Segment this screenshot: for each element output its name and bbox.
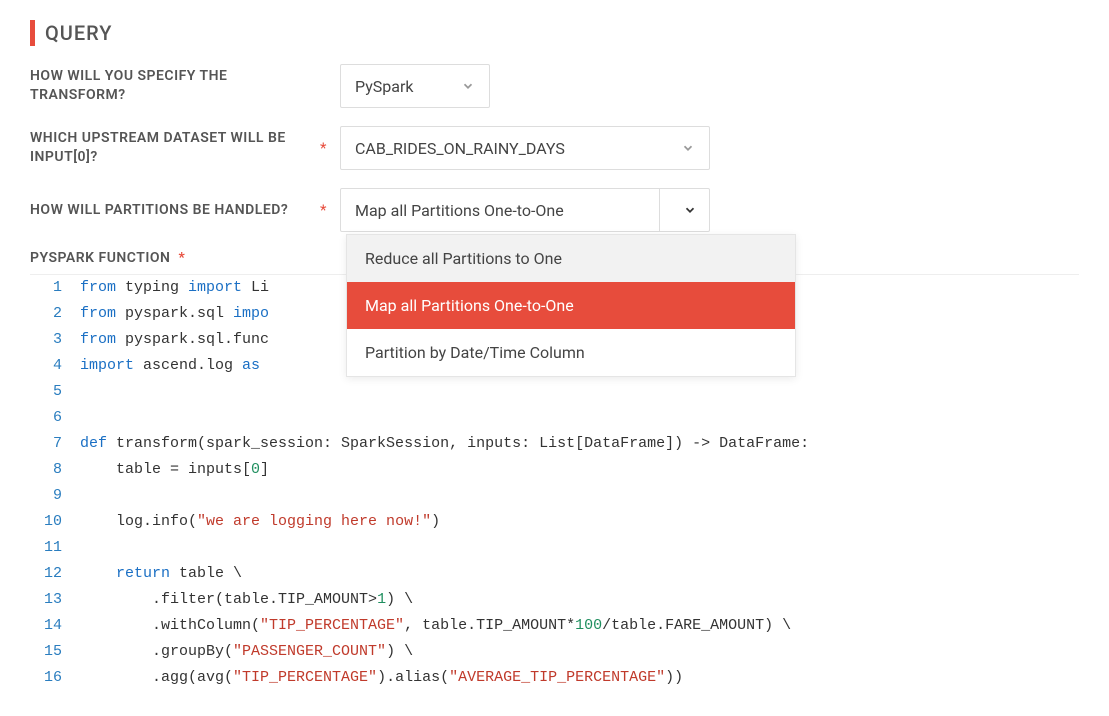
section-title-text: QUERY xyxy=(45,21,113,45)
select-upstream-input-value: CAB_RIDES_ON_RAINY_DAYS xyxy=(355,139,671,158)
required-asterisk: * xyxy=(320,201,330,219)
line-number: 10 xyxy=(30,509,62,535)
dropdown-option-map-one-to-one[interactable]: Map all Partitions One-to-One xyxy=(347,282,795,329)
line-number: 6 xyxy=(30,405,62,431)
code-line[interactable]: .withColumn("TIP_PERCENTAGE", table.TIP_… xyxy=(80,613,1079,639)
line-number: 1 xyxy=(30,275,62,301)
row-transform-spec: HOW WILL YOU SPECIFY THE TRANSFORM? PySp… xyxy=(30,64,1079,108)
section-accent-bar xyxy=(30,20,35,46)
line-number: 9 xyxy=(30,483,62,509)
code-line[interactable] xyxy=(80,535,1079,561)
code-gutter: 12345678910111213141516 xyxy=(30,275,80,691)
line-number: 5 xyxy=(30,379,62,405)
code-line[interactable]: log.info("we are logging here now!") xyxy=(80,509,1079,535)
select-partition-handling[interactable]: Map all Partitions One-to-One xyxy=(340,188,710,232)
line-number: 8 xyxy=(30,457,62,483)
line-number: 16 xyxy=(30,665,62,691)
code-line[interactable]: .groupBy("PASSENGER_COUNT") \ xyxy=(80,639,1079,665)
row-partition-handling: HOW WILL PARTITIONS BE HANDLED? * Map al… xyxy=(30,188,1079,232)
code-line[interactable]: def transform(spark_session: SparkSessio… xyxy=(80,431,1079,457)
code-line[interactable]: table = inputs[0] xyxy=(80,457,1079,483)
line-number: 14 xyxy=(30,613,62,639)
line-number: 2 xyxy=(30,301,62,327)
code-line[interactable]: .agg(avg("TIP_PERCENTAGE").alias("AVERAG… xyxy=(80,665,1079,691)
dropdown-option-reduce[interactable]: Reduce all Partitions to One xyxy=(347,235,795,282)
code-line[interactable]: return table \ xyxy=(80,561,1079,587)
section-header: QUERY xyxy=(30,20,1079,46)
line-number: 3 xyxy=(30,327,62,353)
select-partition-toggle[interactable] xyxy=(659,189,709,231)
label-pyspark-function-text: PYSPARK FUNCTION xyxy=(30,250,170,266)
chevron-down-icon xyxy=(681,141,695,155)
line-number: 11 xyxy=(30,535,62,561)
dropdown-partition-handling: Reduce all Partitions to One Map all Par… xyxy=(346,234,796,377)
chevron-down-icon xyxy=(683,203,697,217)
required-asterisk: * xyxy=(178,250,185,266)
select-transform-spec-value: PySpark xyxy=(355,77,451,96)
code-line[interactable] xyxy=(80,405,1079,431)
select-transform-spec[interactable]: PySpark xyxy=(340,64,490,108)
code-line[interactable] xyxy=(80,483,1079,509)
chevron-down-icon xyxy=(461,79,475,93)
line-number: 12 xyxy=(30,561,62,587)
line-number: 13 xyxy=(30,587,62,613)
row-upstream-input: WHICH UPSTREAM DATASET WILL BE INPUT[0]?… xyxy=(30,126,1079,170)
line-number: 15 xyxy=(30,639,62,665)
line-number: 4 xyxy=(30,353,62,379)
code-line[interactable] xyxy=(80,379,1079,405)
label-partition-handling: HOW WILL PARTITIONS BE HANDLED? xyxy=(30,201,320,220)
code-line[interactable]: .filter(table.TIP_AMOUNT>1) \ xyxy=(80,587,1079,613)
select-partition-handling-value: Map all Partitions One-to-One xyxy=(355,201,659,220)
dropdown-option-partition-datetime[interactable]: Partition by Date/Time Column xyxy=(347,329,795,376)
select-upstream-input[interactable]: CAB_RIDES_ON_RAINY_DAYS xyxy=(340,126,710,170)
required-asterisk: * xyxy=(320,139,330,157)
label-upstream-input: WHICH UPSTREAM DATASET WILL BE INPUT[0]? xyxy=(30,129,320,167)
line-number: 7 xyxy=(30,431,62,457)
label-transform-spec: HOW WILL YOU SPECIFY THE TRANSFORM? xyxy=(30,67,320,105)
